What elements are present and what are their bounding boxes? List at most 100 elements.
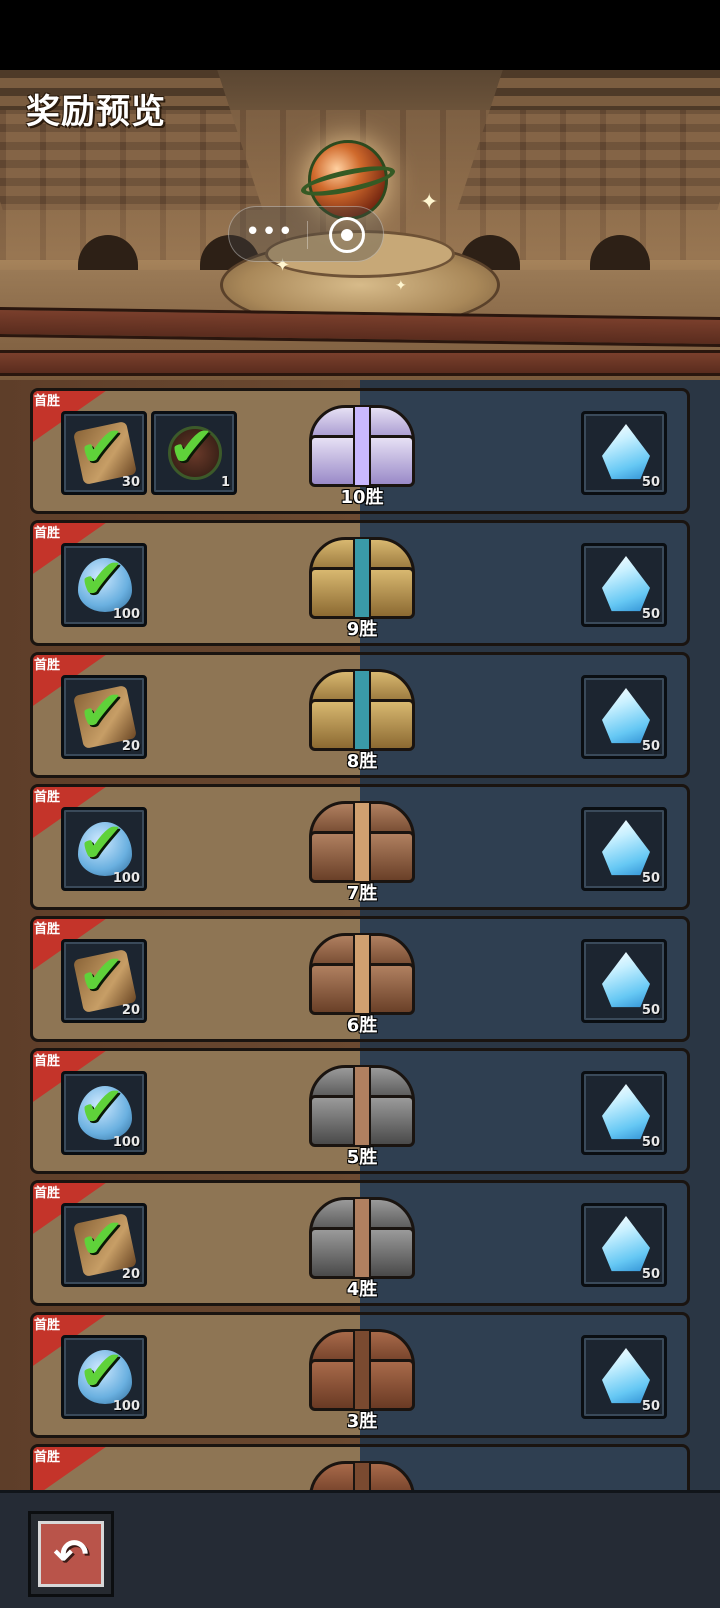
page-title: 奖励预览 [26,92,166,132]
ribbon-label: 首胜 [34,1186,61,1201]
win-reward-slot[interactable]: 50 [581,411,667,495]
win-count-label: 5胜 [346,1147,378,1168]
more-options-icon[interactable]: ••• [245,219,293,249]
item-quantity: 50 [641,1267,660,1282]
win-reward-slot[interactable]: 50 [581,1071,667,1155]
miniprogram-capsule: ••• [228,206,384,262]
treasure-chest-icon[interactable] [303,1455,421,1490]
item-quantity: 100 [112,1135,140,1150]
chest-band [353,1065,371,1147]
sparkle-icon: ✦ [420,190,439,215]
crystal-gem-icon [602,556,650,612]
treasure-chest-icon[interactable] [303,399,421,491]
first-win-reward-slot[interactable]: ✔ 30 [61,411,147,495]
win-count-label: 10胜 [340,487,384,508]
item-quantity: 1 [220,475,230,490]
item-quantity: 50 [641,1399,660,1414]
reward-list[interactable]: 首胜 ✔ 30 ✔ 1 10胜 50 首胜 ✔ 100 9胜 50 首胜 ✔ 20 8胜 50 首胜 ✔ 100 7胜 5… [0,380,720,1490]
treasure-chest-icon[interactable] [303,1059,421,1151]
back-button-face: ↶ [38,1521,104,1587]
first-win-reward-slot[interactable]: ✔ 100 [61,1335,147,1419]
item-quantity: 30 [121,475,140,490]
check-icon: ✔ [78,1075,125,1140]
check-icon: ✔ [78,1339,125,1404]
item-quantity: 20 [121,1003,140,1018]
back-button[interactable]: ↶ [28,1511,114,1597]
item-quantity: 20 [121,739,140,754]
item-quantity: 50 [641,871,660,886]
item-quantity: 20 [121,1267,140,1282]
treasure-chest-icon[interactable] [303,927,421,1019]
crystal-gem-icon [602,952,650,1008]
close-miniprogram-icon[interactable] [329,217,365,253]
win-reward-slot[interactable]: 50 [581,939,667,1023]
check-icon: ✔ [168,415,215,480]
reward-row: 首胜 ✔ 30 ✔ 1 10胜 50 [30,388,690,514]
chest-band [353,801,371,883]
reward-row: 首胜 ✔ 20 8胜 50 [30,652,690,778]
item-quantity: 50 [641,607,660,622]
item-quantity: 100 [112,1399,140,1414]
check-icon: ✔ [78,547,125,612]
win-count-label: 4胜 [346,1279,378,1300]
win-count-label: 6胜 [346,1015,378,1036]
ribbon-label: 首胜 [34,526,61,541]
first-win-reward-slot[interactable]: ✔ 1 [151,411,237,495]
chest-band [353,1461,371,1490]
check-icon: ✔ [78,679,125,744]
item-quantity: 100 [112,871,140,886]
treasure-chest-icon[interactable] [303,1323,421,1415]
chest-band [353,933,371,1015]
first-win-reward-slot[interactable]: ✔ 20 [61,939,147,1023]
crystal-gem-icon [602,424,650,480]
first-win-reward-slot[interactable]: ✔ 20 [61,1203,147,1287]
item-quantity: 100 [112,607,140,622]
win-reward-slot[interactable]: 50 [581,807,667,891]
treasure-chest-icon[interactable] [303,531,421,623]
win-reward-slot[interactable]: 50 [581,1203,667,1287]
reward-row: 首胜 ✔ 100 5胜 50 [30,1048,690,1174]
reward-row: 首胜 ✔ 100 3胜 50 [30,1312,690,1438]
reward-row: 首胜 ✔ 20 6胜 50 [30,916,690,1042]
item-quantity: 50 [641,1003,660,1018]
treasure-chest-icon[interactable] [303,795,421,887]
chest-band [353,669,371,751]
ribbon-label: 首胜 [34,922,61,937]
win-reward-slot[interactable]: 50 [581,543,667,627]
treasure-chest-icon[interactable] [303,1191,421,1283]
treasure-chest-icon[interactable] [303,663,421,755]
ribbon-label: 首胜 [34,1318,61,1333]
win-reward-slot[interactable]: 50 [581,675,667,759]
check-icon: ✔ [78,943,125,1008]
ribbon-label: 首胜 [34,658,61,673]
ribbon-label: 首胜 [34,1054,61,1069]
ribbon-label: 首胜 [34,790,61,805]
crystal-gem-icon [602,1348,650,1404]
ribbon-label: 首胜 [34,394,61,409]
status-bar [0,0,720,70]
bottom-bar: ↶ [0,1490,720,1608]
win-count-label: 9胜 [346,619,378,640]
item-quantity: 50 [641,475,660,490]
first-win-ribbon: 首胜 [33,1447,110,1490]
check-icon: ✔ [78,415,125,480]
chest-band [353,537,371,619]
reward-row: 首胜 ✔ 100 7胜 50 [30,784,690,910]
win-count-label: 8胜 [346,751,378,772]
chest-band [353,1197,371,1279]
chest-band [353,1329,371,1411]
first-win-reward-slot[interactable]: ✔ 20 [61,675,147,759]
reward-row: 首胜 ✔ 20 4胜 50 [30,1180,690,1306]
first-win-reward-slot[interactable]: ✔ 100 [61,543,147,627]
win-reward-slot[interactable]: 50 [581,1335,667,1419]
first-win-reward-slot[interactable]: ✔ 100 [61,807,147,891]
chest-band [353,405,371,487]
crystal-gem-icon [602,1216,650,1272]
sparkle-icon: ✦ [395,278,407,294]
item-quantity: 50 [641,739,660,754]
crystal-gem-icon [602,688,650,744]
back-arrow-icon: ↶ [53,1530,89,1579]
reward-row: 首胜 ✔ 100 9胜 50 [30,520,690,646]
first-win-reward-slot[interactable]: ✔ 100 [61,1071,147,1155]
check-icon: ✔ [78,811,125,876]
